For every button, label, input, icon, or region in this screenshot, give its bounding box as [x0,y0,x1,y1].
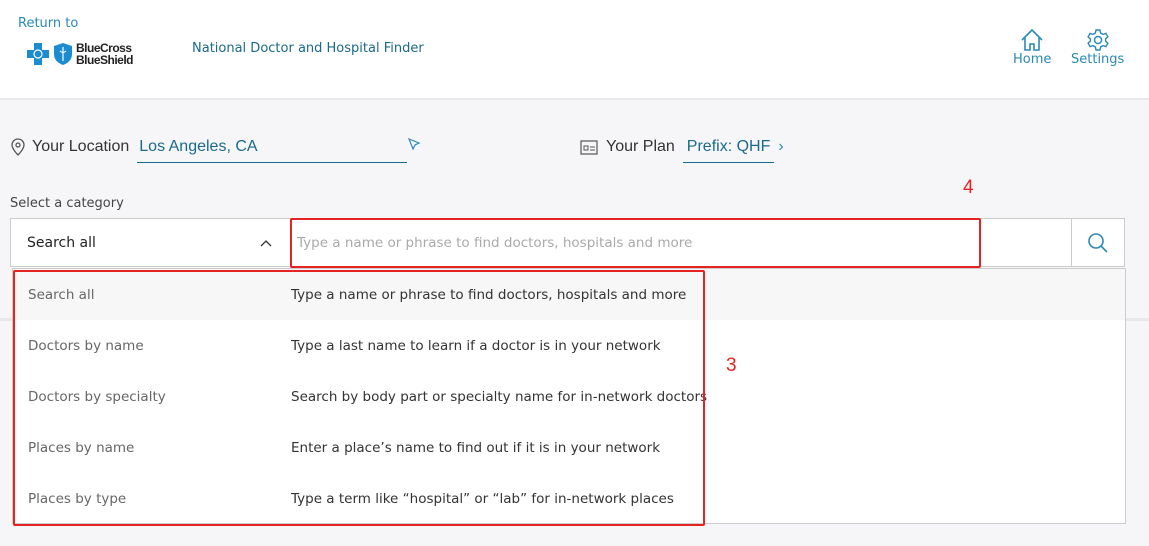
plan-prefix-link[interactable]: Prefix: QHF [682,138,775,163]
category-label: Select a category [10,196,124,211]
annotation-box-4 [290,218,981,268]
settings-label: Settings [1071,52,1125,67]
id-card-icon [580,139,598,155]
logo-line-2: BlueShield [76,53,134,67]
annotation-label-3: 3 [726,355,737,376]
shield-icon [54,43,72,65]
bcbs-logo[interactable]: BlueCross BlueShield [26,42,134,67]
location-input[interactable]: Los Angeles, CA [137,138,408,163]
locate-arrow-icon[interactable] [407,137,421,151]
location-section: Your Location Los Angeles, CA [10,130,421,163]
chevron-right-icon: › [778,137,784,155]
search-icon [1088,232,1108,253]
category-selected: Search all [27,234,96,251]
home-icon [1021,28,1043,51]
location-label: Your Location [32,137,130,155]
plan-section: Your Plan Prefix: QHF › [580,130,784,163]
return-to-link[interactable]: Return to [18,16,78,31]
plan-label: Your Plan [606,137,675,155]
search-button[interactable] [1071,218,1125,267]
annotation-label-4: 4 [963,177,974,198]
category-select[interactable]: Search all [10,218,290,267]
settings-button[interactable]: Settings [1071,28,1124,67]
home-button[interactable]: Home [1013,28,1051,67]
gear-icon [1086,29,1109,51]
annotation-box-3 [13,270,705,526]
cross-icon [27,43,49,65]
header: Return to BlueCross BlueShield National D… [0,0,1149,100]
chevron-up-icon [260,239,272,246]
home-label: Home [1013,52,1052,67]
app-title: National Doctor and Hospital Finder [192,41,424,56]
location-pin-icon [11,137,25,156]
